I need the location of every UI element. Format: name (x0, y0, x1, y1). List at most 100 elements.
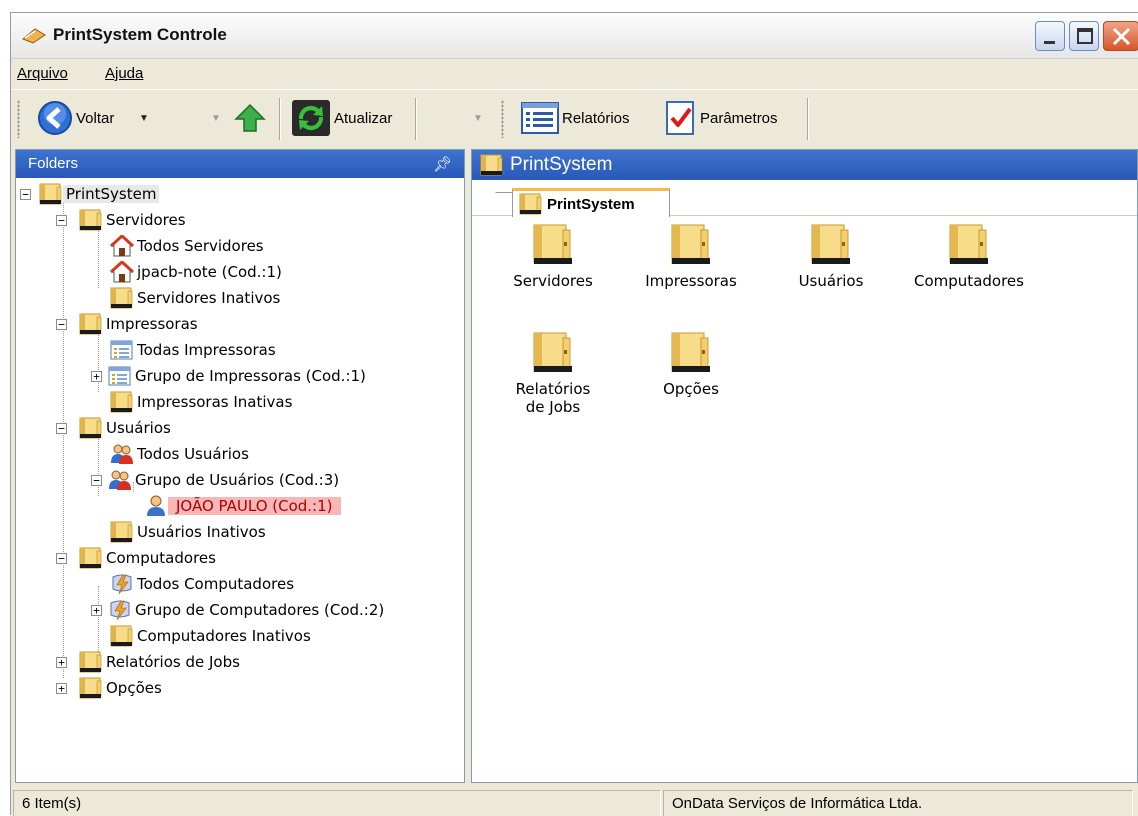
users-icon (108, 469, 132, 491)
folder-icon (110, 391, 134, 413)
folder-item-relatorios-jobs[interactable]: Relatórios de Jobs (484, 332, 622, 416)
back-dropdown-arrow[interactable]: ▼ (139, 98, 149, 138)
tree-node-computadores[interactable]: − Computadores (56, 546, 219, 570)
tree-node-label: Todas Impressoras (137, 341, 276, 359)
parameters-icon (666, 101, 694, 135)
tree-node-servidores[interactable]: − Servidores (56, 208, 189, 232)
toolbar-grip[interactable] (17, 100, 20, 138)
tree-node-grupo-usuarios[interactable]: − Grupo de Usuários (Cod.:3) (91, 468, 342, 492)
tree-node-impressoras[interactable]: − Impressoras (56, 312, 201, 336)
back-button[interactable]: Voltar (37, 98, 114, 138)
toolbar-grip[interactable] (501, 100, 504, 138)
collapse-toggle[interactable]: − (56, 318, 67, 330)
tree-node-label: Usuários Inativos (137, 523, 266, 541)
tree-node-label: Opções (106, 679, 162, 697)
expand-toggle[interactable]: + (91, 370, 102, 382)
tree-node-usuarios[interactable]: − Usuários (56, 416, 174, 440)
minimize-icon (1044, 41, 1055, 44)
content-pane: PrintSystem PrintSystem Servidores Impre… (471, 149, 1138, 783)
folder-item-impressoras[interactable]: Impressoras (622, 224, 760, 290)
folder-item-computadores[interactable]: Computadores (900, 224, 1038, 290)
server-house-icon (110, 261, 134, 283)
status-item-count: 6 Item(s) (13, 790, 661, 816)
folder-icon (110, 625, 134, 647)
reports-icon (521, 102, 559, 134)
tree-node-label: Impressoras Inativas (137, 393, 293, 411)
expand-toggle[interactable]: + (91, 604, 102, 616)
up-button[interactable] (233, 98, 267, 138)
users-icon (110, 443, 134, 465)
tab-printsystem[interactable]: PrintSystem (512, 188, 670, 217)
folder-item-label: Computadores (914, 272, 1024, 290)
tree-node-label: Computadores (106, 549, 216, 567)
tree-node-jpacb-note[interactable]: jpacb-note (Cod.:1) (110, 260, 285, 284)
folder-icon (671, 332, 711, 374)
refresh-button[interactable]: Atualizar (291, 98, 392, 138)
reports-button[interactable]: Relatórios (521, 98, 630, 138)
collapse-toggle[interactable]: − (20, 188, 31, 200)
close-button[interactable] (1103, 21, 1138, 51)
expand-toggle[interactable]: + (56, 656, 67, 668)
minimize-button[interactable] (1035, 21, 1065, 51)
folder-icon (110, 287, 134, 309)
window-title: PrintSystem Controle (53, 25, 227, 44)
tree-node-joao-paulo[interactable]: JOÃO PAULO (Cod.:1) (144, 494, 341, 518)
folder-icon (79, 417, 103, 439)
tree-node-grupo-computadores[interactable]: + Grupo de Computadores (Cod.:2) (91, 598, 387, 622)
menu-bar: Arquivo Ajuda (11, 60, 1138, 88)
collapse-toggle[interactable]: − (56, 422, 67, 434)
tree-node-todos-usuarios[interactable]: Todos Usuários (110, 442, 252, 466)
title-bar: PrintSystem Controle (11, 13, 1138, 59)
tree-node-todas-impressoras[interactable]: Todas Impressoras (110, 338, 279, 362)
folder-icon (79, 651, 103, 673)
tree-node-label: Todos Servidores (137, 237, 264, 255)
tree-node-label: Grupo de Impressoras (Cod.:1) (135, 367, 366, 385)
folder-item-label: Relatórios de Jobs (515, 380, 591, 416)
status-company: OnData Serviços de Informática Ltda. (663, 790, 1133, 816)
folder-icon (519, 193, 543, 215)
menu-arquivo[interactable]: Arquivo (17, 65, 68, 82)
tree-node-printsystem[interactable]: − PrintSystem (20, 182, 160, 206)
tree-node-grupo-impressoras[interactable]: + Grupo de Impressoras (Cod.:1) (91, 364, 369, 388)
tab-strip: PrintSystem (472, 180, 1137, 217)
app-window: PrintSystem Controle Arquivo Ajuda Volta… (10, 12, 1138, 816)
folder-icon (533, 224, 573, 266)
menu-ajuda[interactable]: Ajuda (105, 65, 143, 82)
collapse-toggle[interactable]: − (91, 474, 102, 486)
folder-icon (533, 332, 573, 374)
tree-node-label: Grupo de Usuários (Cod.:3) (135, 471, 340, 489)
tree-node-todos-servidores[interactable]: Todos Servidores (110, 234, 267, 258)
refresh-icon (292, 100, 330, 136)
folder-item-opcoes[interactable]: Opções (622, 332, 760, 398)
back-label: Voltar (76, 109, 115, 127)
maximize-icon (1077, 28, 1093, 44)
toolbar-separator (279, 98, 281, 140)
tree-node-relatorios-jobs[interactable]: + Relatórios de Jobs (56, 650, 243, 674)
tab-label: PrintSystem (547, 195, 635, 213)
menu-ajuda-label: Ajuda (105, 65, 144, 82)
tree-node-opcoes[interactable]: + Opções (56, 676, 165, 700)
tree-node-label: Usuários (106, 419, 171, 437)
up-arrow-icon (234, 103, 266, 132)
folder-item-servidores[interactable]: Servidores (484, 224, 622, 290)
tree-node-label: JOÃO PAULO (Cod.:1) (168, 497, 341, 515)
maximize-button[interactable] (1069, 21, 1099, 51)
tree-node-servidores-inativos[interactable]: Servidores Inativos (110, 286, 283, 310)
tree-node-computadores-inativos[interactable]: Computadores Inativos (110, 624, 314, 648)
folder-item-usuarios[interactable]: Usuários (762, 224, 900, 290)
pin-icon[interactable]: 📌︎ (433, 155, 452, 173)
folder-item-label: Usuários (798, 272, 864, 290)
collapse-toggle[interactable]: − (56, 552, 67, 564)
tree-node-todos-computadores[interactable]: Todos Computadores (110, 572, 297, 596)
collapse-toggle[interactable]: − (56, 214, 67, 226)
parameters-button[interactable]: Parâmetros (665, 98, 778, 138)
tree-node-impressoras-inativas[interactable]: Impressoras Inativas (110, 390, 295, 414)
expand-toggle[interactable]: + (56, 682, 67, 694)
folders-header: Folders 📌︎ (16, 150, 464, 178)
tree-node-label: Relatórios de Jobs (106, 653, 240, 671)
tree-node-label: jpacb-note (Cod.:1) (137, 263, 282, 281)
folder-icon (110, 521, 134, 543)
tree-node-usuarios-inativos[interactable]: Usuários Inativos (110, 520, 269, 544)
folders-pane: Folders 📌︎ − PrintSystem − Servidores To… (15, 149, 465, 783)
tree-node-label: PrintSystem (63, 185, 160, 203)
